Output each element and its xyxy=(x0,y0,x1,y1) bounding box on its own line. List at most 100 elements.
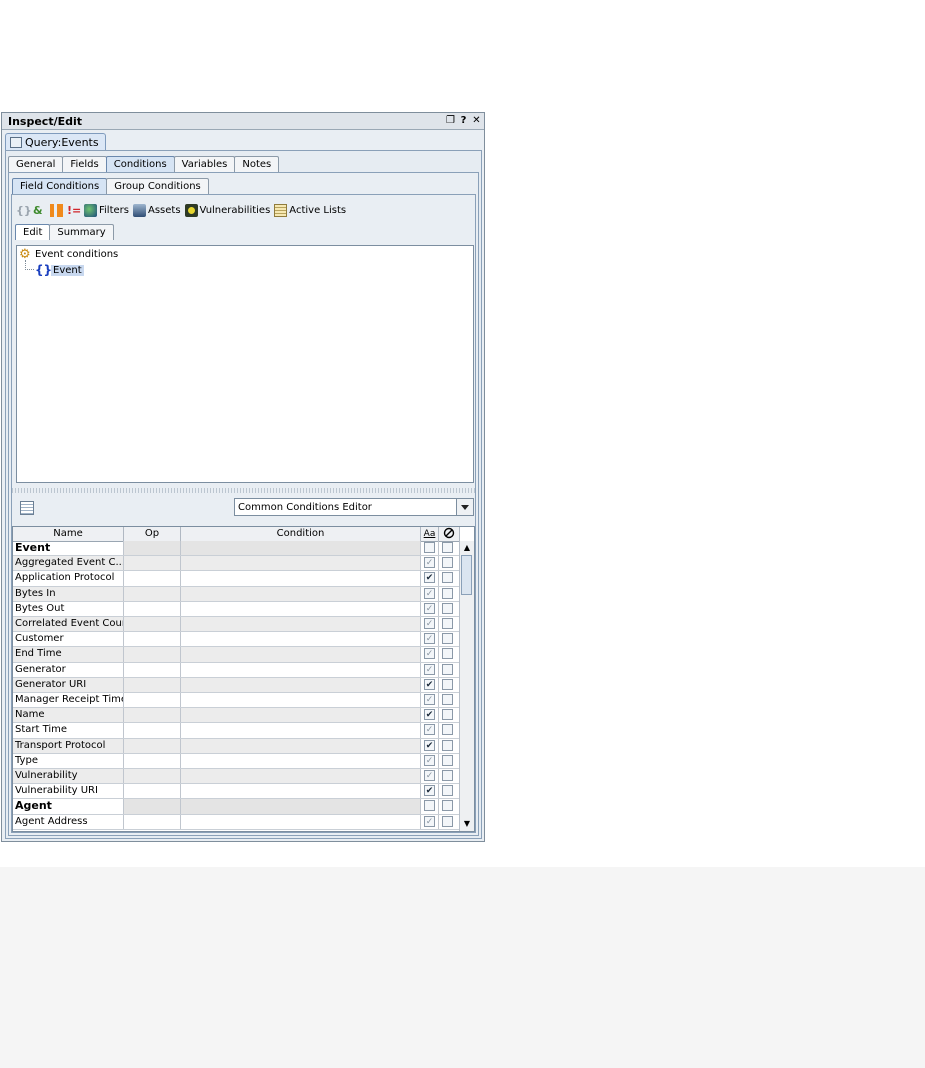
scroll-down-icon[interactable]: ▼ xyxy=(461,818,473,830)
cell-op[interactable] xyxy=(124,723,181,738)
tree-node-event[interactable]: {} Event xyxy=(35,263,84,277)
cell-op[interactable] xyxy=(124,708,181,723)
negate-checkbox[interactable] xyxy=(442,785,453,797)
table-row[interactable]: Generator ✓ xyxy=(13,662,460,678)
editor-options-icon[interactable] xyxy=(20,501,34,515)
cell-op[interactable] xyxy=(124,601,181,616)
tab-fields[interactable]: Fields xyxy=(62,156,107,172)
tab-variables[interactable]: Variables xyxy=(173,156,236,172)
table-row[interactable]: Type ✓ xyxy=(13,753,460,769)
case-sensitive-checkbox[interactable]: ✓ xyxy=(424,663,435,675)
case-sensitive-checkbox[interactable]: ✔ xyxy=(424,572,435,584)
table-row[interactable]: Bytes Out ✓ xyxy=(13,601,460,617)
cell-op[interactable] xyxy=(124,617,181,632)
filters-button[interactable]: Filters xyxy=(84,203,129,217)
cell-condition[interactable] xyxy=(181,799,421,814)
negate-checkbox[interactable] xyxy=(442,815,453,827)
cell-op[interactable] xyxy=(124,693,181,708)
cell-condition[interactable] xyxy=(181,769,421,784)
help-icon[interactable]: ? xyxy=(459,114,468,127)
negate-checkbox[interactable] xyxy=(442,648,453,660)
cell-condition[interactable] xyxy=(181,753,421,768)
cell-op[interactable] xyxy=(124,799,181,814)
cell-condition[interactable] xyxy=(181,556,421,571)
header-condition[interactable]: Condition xyxy=(181,527,421,541)
tab-notes[interactable]: Notes xyxy=(234,156,280,172)
case-sensitive-checkbox[interactable] xyxy=(424,800,435,812)
cell-op[interactable] xyxy=(124,677,181,692)
grid-group-row[interactable]: Agent xyxy=(13,799,460,815)
close-icon[interactable]: ✕ xyxy=(472,114,481,127)
negate-checkbox[interactable] xyxy=(442,739,453,751)
cell-op[interactable] xyxy=(124,784,181,799)
header-negate[interactable] xyxy=(439,527,460,541)
case-sensitive-checkbox[interactable]: ✔ xyxy=(424,785,435,797)
table-row[interactable]: Customer ✓ xyxy=(13,632,460,648)
header-op[interactable]: Op xyxy=(124,527,181,541)
table-row[interactable]: Application Protocol ✔ xyxy=(13,571,460,587)
negate-checkbox[interactable] xyxy=(442,663,453,675)
table-row[interactable]: Agent Address ✓ xyxy=(13,814,460,830)
tab-edit[interactable]: Edit xyxy=(15,224,51,240)
tree-node-event-conditions[interactable]: ⚙ Event conditions xyxy=(19,247,118,261)
cell-op[interactable] xyxy=(124,556,181,571)
case-sensitive-checkbox[interactable]: ✓ xyxy=(424,602,435,614)
table-row[interactable]: Name ✔ xyxy=(13,708,460,724)
table-row[interactable]: Manager Receipt Time ✓ xyxy=(13,693,460,709)
restore-icon[interactable]: ❐ xyxy=(446,114,455,127)
cell-condition[interactable] xyxy=(181,784,421,799)
scroll-thumb[interactable] xyxy=(461,555,472,595)
table-row[interactable]: Vulnerability URI ✔ xyxy=(13,784,460,800)
cell-condition[interactable] xyxy=(181,677,421,692)
or-icon[interactable] xyxy=(50,203,63,217)
tab-field-conditions[interactable]: Field Conditions xyxy=(12,178,108,194)
cell-condition[interactable] xyxy=(181,601,421,616)
negate-checkbox[interactable] xyxy=(442,770,453,781)
cell-condition[interactable] xyxy=(181,738,421,753)
cell-op[interactable] xyxy=(124,753,181,768)
case-sensitive-checkbox[interactable]: ✓ xyxy=(424,754,435,766)
cell-op[interactable] xyxy=(124,738,181,753)
case-sensitive-checkbox[interactable] xyxy=(424,542,435,553)
and-icon[interactable]: & xyxy=(33,204,46,217)
scroll-up-icon[interactable]: ▲ xyxy=(461,542,473,554)
case-sensitive-checkbox[interactable]: ✓ xyxy=(424,618,435,629)
table-row[interactable]: Vulnerability ✓ xyxy=(13,769,460,785)
table-row[interactable]: Start Time ✓ xyxy=(13,723,460,739)
conditions-editor-select[interactable]: Common Conditions Editor xyxy=(234,498,474,516)
negate-checkbox[interactable] xyxy=(442,678,453,690)
table-row[interactable]: Generator URI ✔ xyxy=(13,677,460,693)
cell-op[interactable] xyxy=(124,571,181,586)
case-sensitive-checkbox[interactable]: ✓ xyxy=(424,724,435,736)
case-sensitive-checkbox[interactable]: ✓ xyxy=(424,557,435,569)
document-tab-query-events[interactable]: Query:Events xyxy=(5,133,106,150)
case-sensitive-checkbox[interactable]: ✓ xyxy=(424,815,435,827)
cell-condition[interactable] xyxy=(181,571,421,586)
negate-checkbox[interactable] xyxy=(442,800,453,812)
table-row[interactable]: Bytes In ✓ xyxy=(13,586,460,602)
cell-condition[interactable] xyxy=(181,814,421,829)
tab-group-conditions[interactable]: Group Conditions xyxy=(106,178,209,194)
cell-condition[interactable] xyxy=(181,586,421,601)
table-row[interactable]: Correlated Event Count ✓ xyxy=(13,617,460,633)
cell-condition[interactable] xyxy=(181,617,421,632)
tab-conditions[interactable]: Conditions xyxy=(105,156,175,172)
cell-condition[interactable] xyxy=(181,647,421,662)
negate-checkbox[interactable] xyxy=(442,557,453,569)
case-sensitive-checkbox[interactable]: ✔ xyxy=(424,709,435,721)
table-row[interactable]: Aggregated Event C... ✓ xyxy=(13,556,460,572)
grid-scrollbar[interactable]: ▲ ▼ xyxy=(459,541,474,831)
cell-op[interactable] xyxy=(124,541,181,556)
not-icon[interactable]: != xyxy=(67,204,81,217)
cell-condition[interactable] xyxy=(181,632,421,647)
cell-op[interactable] xyxy=(124,586,181,601)
braces-icon[interactable]: {} xyxy=(16,204,32,217)
cell-op[interactable] xyxy=(124,647,181,662)
case-sensitive-checkbox[interactable]: ✓ xyxy=(424,587,435,599)
negate-checkbox[interactable] xyxy=(442,618,453,629)
case-sensitive-checkbox[interactable]: ✓ xyxy=(424,633,435,645)
cell-condition[interactable] xyxy=(181,708,421,723)
negate-checkbox[interactable] xyxy=(442,602,453,614)
tab-summary[interactable]: Summary xyxy=(49,224,114,240)
vulnerabilities-button[interactable]: Vulnerabilities xyxy=(184,203,270,217)
